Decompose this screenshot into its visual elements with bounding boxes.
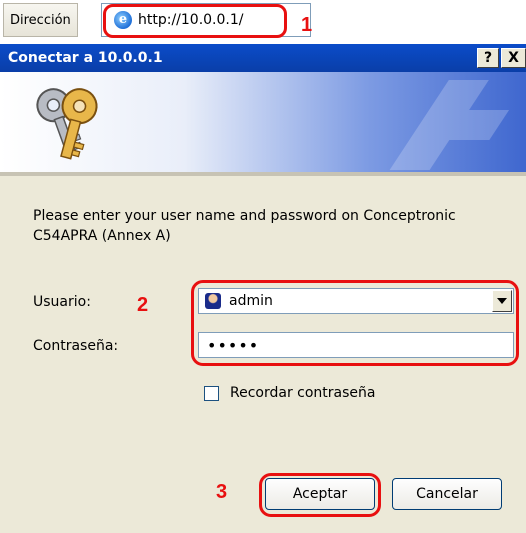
step-marker-2: 2 [137,294,149,316]
close-button[interactable]: X [501,48,526,68]
keys-icon [28,82,108,168]
address-label: Dirección [3,3,78,37]
login-prompt-text: Please enter your user name and password… [33,208,456,244]
help-button[interactable]: ? [477,48,499,68]
highlight-ring-1 [103,4,287,38]
password-label: Contraseña: [33,338,119,354]
remember-password-checkbox[interactable] [204,386,219,401]
dialog-title: Conectar a 10.0.0.1 [8,50,163,66]
step-marker-1: 1 [301,14,313,36]
highlight-ring-2 [191,280,519,366]
dialog-title-bar: Conectar a 10.0.0.1 [0,44,526,72]
username-label: Usuario: [33,294,91,310]
remember-password-label[interactable]: Recordar contraseña [230,385,375,401]
cancel-button[interactable]: Cancelar [392,478,502,510]
step-marker-3: 3 [216,481,228,503]
highlight-ring-3 [259,473,381,517]
